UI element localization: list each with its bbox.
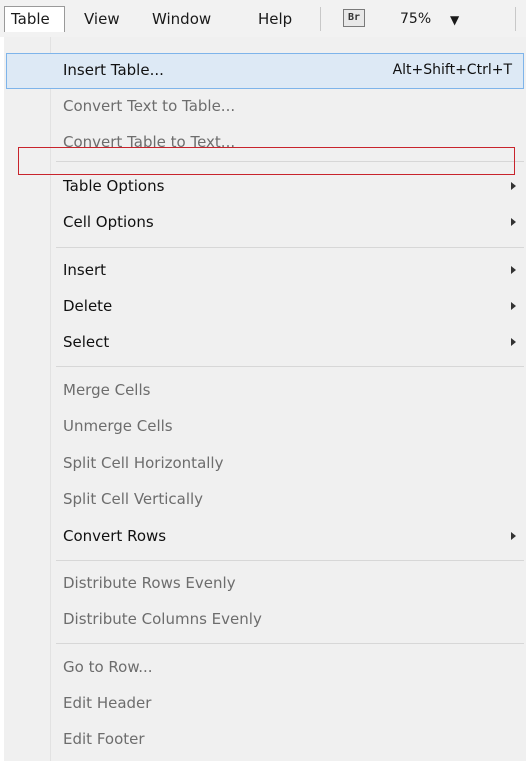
menu-item-merge-cells[interactable]: Merge Cells [6, 373, 524, 409]
menu-item-label: Merge Cells [63, 381, 151, 399]
zoom-level[interactable]: 75% [400, 9, 431, 29]
chevron-down-icon[interactable]: ▼ [450, 10, 459, 30]
menu-item-label: Unmerge Cells [63, 417, 173, 435]
annotation-highlight-box [18, 147, 515, 175]
menu-item-delete[interactable]: Delete [6, 289, 524, 325]
menubar-item-label: Table [11, 10, 50, 28]
menu-item-label: Convert Rows [63, 527, 167, 545]
menubar-divider [320, 7, 321, 31]
submenu-arrow-icon [511, 532, 516, 540]
menu-item-edit-footer[interactable]: Edit Footer [6, 722, 524, 758]
menu-item-label: Convert Text to Table... [63, 97, 236, 115]
submenu-arrow-icon [511, 218, 516, 226]
menubar-item-view[interactable]: View [84, 9, 120, 29]
submenu-arrow-icon [511, 266, 516, 274]
menu-item-distribute-columns-evenly[interactable]: Distribute Columns Evenly [6, 602, 524, 638]
submenu-arrow-icon [511, 302, 516, 310]
menu-item-label: Split Cell Vertically [63, 490, 204, 508]
menu-item-distribute-rows-evenly[interactable]: Distribute Rows Evenly [6, 566, 524, 602]
menu-item-label: Go to Row... [63, 658, 153, 676]
menu-item-label: Cell Options [63, 213, 154, 231]
menubar-divider [515, 7, 516, 31]
submenu-arrow-icon [511, 182, 516, 190]
menu-item-label: Delete [63, 297, 113, 315]
menu-item-convert-text-to-table[interactable]: Convert Text to Table... [6, 89, 524, 125]
menu-item-label: Table Options [63, 177, 165, 195]
bridge-icon[interactable]: Br [343, 9, 365, 27]
menu-item-edit-header[interactable]: Edit Header [6, 686, 524, 722]
menu-item-split-cell-horizontally[interactable]: Split Cell Horizontally [6, 446, 524, 482]
menu-item-cell-options[interactable]: Cell Options [6, 205, 524, 241]
menu-item-label: Edit Footer [63, 730, 145, 748]
menubar-item-window[interactable]: Window [152, 9, 211, 29]
menubar-item-table[interactable]: Table [4, 6, 65, 32]
menu-item-unmerge-cells[interactable]: Unmerge Cells [6, 409, 524, 445]
menu-item-convert-rows[interactable]: Convert Rows [6, 519, 524, 555]
menu-item-label: Select [63, 333, 110, 351]
menu-separator [56, 643, 524, 644]
menu-item-insert-table[interactable]: Insert Table... Alt+Shift+Ctrl+T [6, 53, 524, 89]
menu-item-label: Insert Table... [63, 61, 164, 79]
menu-separator [56, 247, 524, 248]
menu-bar: Table View Window Help Br 75% ▼ [0, 0, 526, 37]
menu-item-label: Split Cell Horizontally [63, 454, 224, 472]
menubar-item-help[interactable]: Help [258, 9, 292, 29]
menu-item-label: Insert [63, 261, 107, 279]
menu-item-insert[interactable]: Insert [6, 253, 524, 289]
menu-item-label: Distribute Rows Evenly [63, 574, 236, 592]
menu-item-split-cell-vertically[interactable]: Split Cell Vertically [6, 482, 524, 518]
menu-item-go-to-row[interactable]: Go to Row... [6, 650, 524, 686]
submenu-arrow-icon [511, 338, 516, 346]
menu-separator [56, 366, 524, 367]
menu-item-shortcut: Alt+Shift+Ctrl+T [392, 62, 512, 78]
menu-item-select[interactable]: Select [6, 325, 524, 361]
menu-item-label: Edit Header [63, 694, 152, 712]
menu-item-label: Distribute Columns Evenly [63, 610, 262, 628]
menu-separator [56, 560, 524, 561]
